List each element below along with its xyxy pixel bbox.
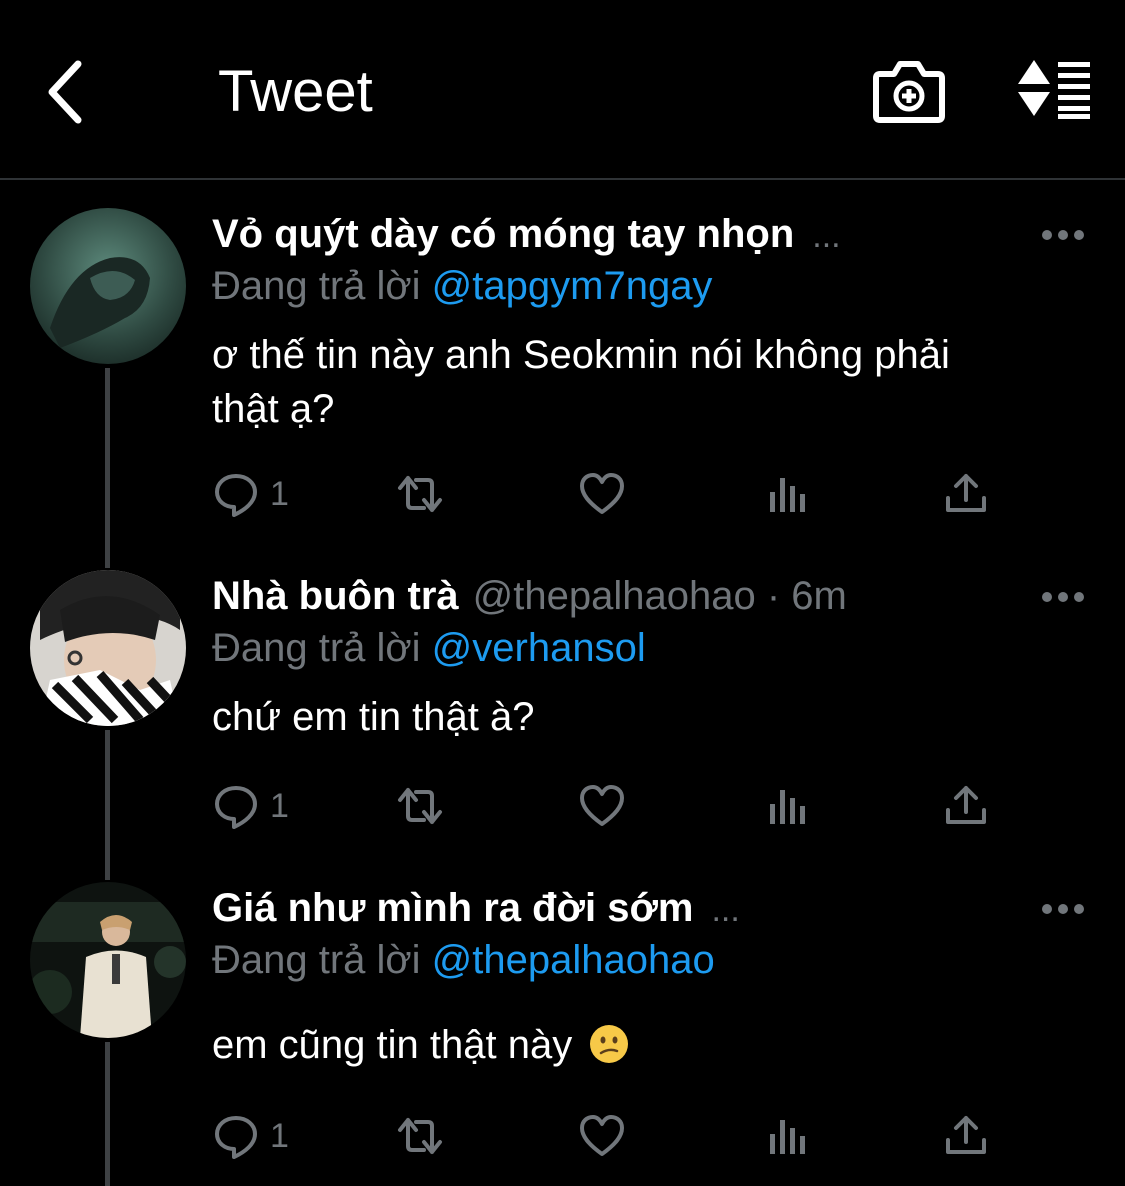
share-button[interactable] (942, 1108, 990, 1164)
like-button[interactable] (578, 778, 626, 834)
retweet-button[interactable] (392, 1108, 448, 1164)
avatar[interactable] (30, 208, 186, 364)
reply-button[interactable]: 1 (212, 466, 289, 522)
camera-plus-icon (873, 61, 945, 123)
action-bar: 1 (212, 466, 1012, 522)
reply-count: 1 (270, 786, 289, 825)
reply-icon (215, 1116, 257, 1159)
share-icon (946, 1116, 986, 1154)
action-bar: 1 (212, 778, 1012, 834)
top-bar: Tweet (0, 0, 1125, 180)
tweet-item[interactable]: Vỏ quýt dày có móng tay nhọn... Đang trả… (0, 208, 1125, 548)
avatar-image (30, 882, 186, 1038)
share-icon (946, 474, 986, 512)
tweet-text-line: chứ em tin thật à? (212, 695, 535, 739)
retweet-icon (398, 788, 442, 824)
replying-to: Đang trả lời @verhansol (212, 626, 646, 671)
views-button[interactable] (764, 466, 812, 522)
views-icon (770, 478, 805, 512)
more-button[interactable] (1040, 222, 1086, 248)
more-icon (1042, 592, 1084, 602)
replying-to-label: Đang trả lời (212, 264, 421, 308)
back-icon (48, 60, 82, 124)
more-button[interactable] (1040, 896, 1086, 922)
more-icon (1042, 904, 1084, 914)
reply-count: 1 (270, 474, 289, 513)
action-bar: 1 (212, 1108, 1012, 1164)
tweet-text: ơ thế tin này anh Seokmin nói không phải… (212, 328, 1072, 436)
replying-to-label: Đang trả lời (212, 626, 421, 670)
page-title: Tweet (218, 59, 373, 124)
reply-icon (215, 786, 257, 829)
reply-mention-link[interactable]: @tapgym7ngay (432, 264, 713, 308)
sort-button[interactable] (1012, 58, 1094, 124)
reply-mention-link[interactable]: @verhansol (432, 626, 646, 670)
retweet-icon (398, 476, 442, 512)
share-button[interactable] (942, 778, 990, 834)
tweet-header: Giá như mình ra đời sớm... (212, 886, 740, 931)
like-button[interactable] (578, 466, 626, 522)
reply-button[interactable]: 1 (212, 1108, 289, 1164)
camera-button[interactable] (872, 58, 946, 124)
like-icon (580, 1115, 624, 1156)
avatar-image (30, 208, 186, 364)
like-button[interactable] (578, 1108, 626, 1164)
tweet-text-line: ơ thế tin này anh Seokmin nói không phải (212, 333, 950, 377)
back-button[interactable] (40, 56, 100, 128)
tweet-header: Vỏ quýt dày có móng tay nhọn... (212, 212, 841, 257)
views-icon (770, 790, 805, 824)
retweet-icon (398, 1118, 442, 1154)
truncation-ellipsis: ... (711, 891, 740, 929)
display-name[interactable]: Vỏ quýt dày có móng tay nhọn (212, 212, 794, 256)
display-name[interactable]: Nhà buôn trà (212, 574, 459, 618)
views-button[interactable] (764, 1108, 812, 1164)
share-icon (946, 786, 986, 824)
share-button[interactable] (942, 466, 990, 522)
replying-to: Đang trả lời @thepalhaohao (212, 938, 715, 983)
avatar-image (30, 570, 186, 726)
more-button[interactable] (1040, 584, 1086, 610)
reply-mention-link[interactable]: @thepalhaohao (432, 938, 715, 982)
tweet-header: Nhà buôn trà @thepalhaohao · 6m (212, 574, 847, 619)
tweet-item[interactable]: Giá như mình ra đời sớm... Đang trả lời … (0, 882, 1125, 1182)
tweet-text: chứ em tin thật à? (212, 690, 1072, 744)
like-icon (580, 785, 624, 826)
like-icon (580, 473, 624, 514)
reply-button[interactable]: 1 (212, 778, 289, 834)
views-icon (770, 1120, 805, 1154)
retweet-button[interactable] (392, 466, 448, 522)
replying-to: Đang trả lời @tapgym7ngay (212, 264, 712, 309)
tweet-text-line: em cũng tin thật này (212, 1023, 573, 1067)
avatar[interactable] (30, 570, 186, 726)
retweet-button[interactable] (392, 778, 448, 834)
avatar[interactable] (30, 882, 186, 1038)
reply-icon (215, 474, 257, 517)
confused-face-emoji (590, 1025, 629, 1063)
views-button[interactable] (764, 778, 812, 834)
truncation-ellipsis: ... (812, 217, 841, 255)
replying-to-label: Đang trả lời (212, 938, 421, 982)
sort-icon (1018, 60, 1090, 119)
display-name[interactable]: Giá như mình ra đời sớm (212, 886, 693, 930)
tweet-item[interactable]: Nhà buôn trà @thepalhaohao · 6m Đang trả … (0, 570, 1125, 860)
tweet-text: em cũng tin thật này (212, 1018, 1072, 1072)
reply-count: 1 (270, 1116, 289, 1155)
handle-and-time: @thepalhaohao · 6m (472, 574, 847, 618)
tweet-text-line: thật ạ? (212, 387, 335, 431)
more-icon (1042, 230, 1084, 240)
